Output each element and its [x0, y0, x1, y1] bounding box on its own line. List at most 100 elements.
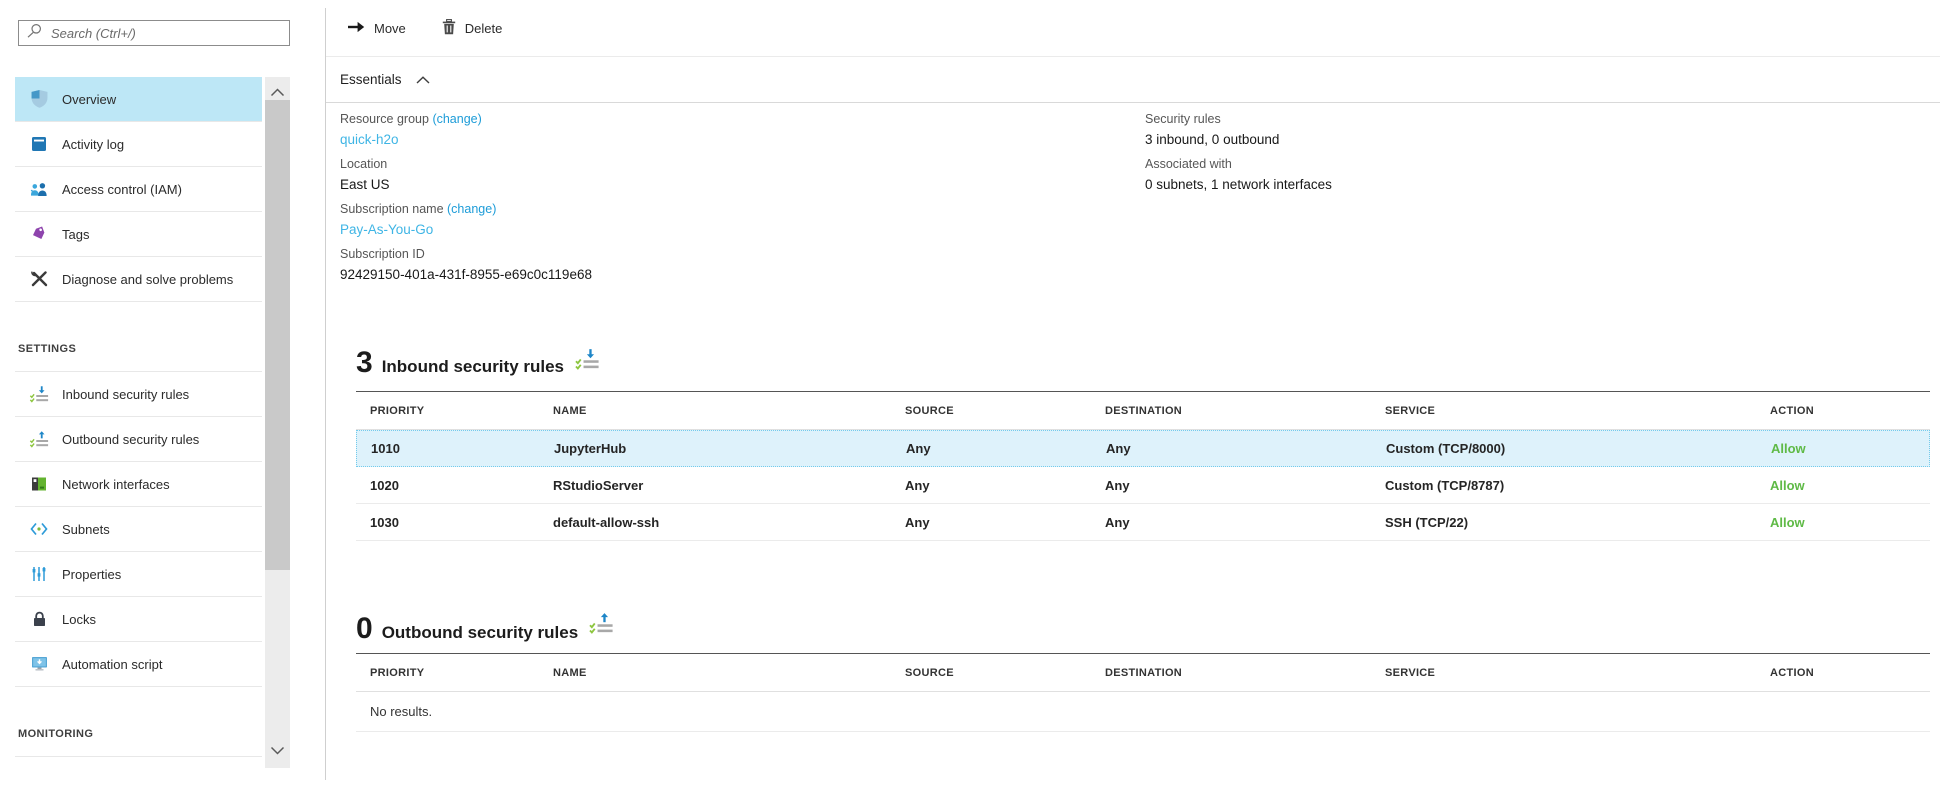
sidebar-item-tags[interactable]: Tags [15, 212, 262, 257]
outbound-title: Outbound security rules [382, 623, 578, 643]
sidebar-item-automation-script[interactable]: Automation script [15, 642, 262, 687]
sidebar-item-properties[interactable]: Properties [15, 552, 262, 597]
essentials-toggle[interactable]: Essentials [326, 57, 1940, 103]
chevron-up-icon[interactable] [416, 72, 430, 87]
column-header-action: ACTION [1770, 405, 1930, 417]
essentials-left-column: Resource group (change) quick-h2o Locati… [340, 110, 1145, 290]
sidebar-item-label: Network interfaces [62, 477, 170, 492]
subscription-change-link[interactable]: (change) [447, 202, 496, 216]
sidebar-item-label: Subnets [62, 522, 110, 537]
sidebar-item-label: Tags [62, 227, 89, 242]
inbound-rules-icon [574, 348, 600, 375]
trash-icon [442, 19, 456, 38]
table-row[interactable]: 1030 default-allow-ssh Any Any SSH (TCP/… [356, 504, 1930, 541]
scrollbar-thumb[interactable] [265, 100, 290, 570]
sidebar: Overview Activity log Access control (IA… [0, 0, 325, 794]
location-value: East US [340, 174, 1145, 196]
sidebar-nav: Overview Activity log Access control (IA… [15, 77, 262, 757]
sidebar-item-label: Locks [62, 612, 96, 627]
essentials-right-column: Security rules 3 inbound, 0 outbound Ass… [1145, 110, 1930, 290]
sidebar-item-activity-log[interactable]: Activity log [15, 122, 262, 167]
no-results-message: No results. [356, 692, 1930, 732]
sidebar-item-access-control[interactable]: Access control (IAM) [15, 167, 262, 212]
network-card-icon [29, 476, 49, 492]
sidebar-item-overview[interactable]: Overview [15, 77, 262, 122]
associated-with-value: 0 subnets, 1 network interfaces [1145, 174, 1930, 196]
essentials-pair: Subscription name (change) Pay-As-You-Go [340, 200, 1145, 241]
inbound-count: 3 [356, 341, 373, 385]
cell-priority: 1010 [357, 441, 554, 456]
subscription-name-label: Subscription name (change) [340, 200, 1145, 219]
essentials-pair: Subscription ID 92429150-401a-431f-8955-… [340, 245, 1145, 286]
sidebar-item-label: Access control (IAM) [62, 182, 182, 197]
sidebar-section-settings: SETTINGS [15, 302, 262, 372]
sidebar-item-diagnose[interactable]: Diagnose and solve problems [15, 257, 262, 302]
inbound-rules-icon [29, 385, 49, 403]
inbound-table-header: PRIORITY NAME SOURCE DESTINATION SERVICE… [356, 392, 1930, 430]
table-row[interactable]: 1010 JupyterHub Any Any Custom (TCP/8000… [356, 430, 1930, 467]
cell-action: Allow [1770, 515, 1930, 530]
sidebar-item-label: Diagnose and solve problems [62, 272, 233, 287]
tools-icon [29, 271, 49, 287]
delete-button[interactable]: Delete [442, 19, 503, 38]
sidebar-item-label: Outbound security rules [62, 432, 199, 447]
column-header-action: ACTION [1770, 667, 1930, 679]
column-header-destination: DESTINATION [1105, 667, 1385, 679]
column-header-destination: DESTINATION [1105, 405, 1385, 417]
cell-service: SSH (TCP/22) [1385, 515, 1770, 530]
cell-service: Custom (TCP/8787) [1385, 478, 1770, 493]
cell-source: Any [905, 478, 1105, 493]
sliders-icon [29, 566, 49, 582]
outbound-count: 0 [356, 607, 373, 651]
people-icon [29, 182, 49, 197]
section-header-label: SETTINGS [18, 343, 76, 355]
subscription-name-link[interactable]: Pay-As-You-Go [340, 219, 1145, 241]
column-header-priority: PRIORITY [356, 667, 553, 679]
sidebar-scrollbar[interactable] [265, 77, 290, 768]
sidebar-item-label: Overview [62, 92, 116, 107]
cell-source: Any [905, 515, 1105, 530]
essentials-pair: Associated with 0 subnets, 1 network int… [1145, 155, 1930, 196]
cell-priority: 1030 [356, 515, 553, 530]
cell-name: default-allow-ssh [553, 515, 905, 530]
sidebar-item-label: Properties [62, 567, 121, 582]
automation-script-icon [29, 656, 49, 672]
essentials-panel: Resource group (change) quick-h2o Locati… [340, 110, 1930, 290]
cell-destination: Any [1105, 478, 1385, 493]
sidebar-item-inbound-rules[interactable]: Inbound security rules [15, 372, 262, 417]
sidebar-divider [325, 8, 326, 780]
cell-name: JupyterHub [554, 441, 906, 456]
subnets-icon [29, 522, 49, 536]
resource-group-change-link[interactable]: (change) [432, 112, 481, 126]
shield-icon [29, 90, 49, 108]
essentials-pair: Location East US [340, 155, 1145, 196]
resource-group-label: Resource group (change) [340, 110, 1145, 129]
subscription-id-value: 92429150-401a-431f-8955-e69c0c119e68 [340, 264, 1145, 286]
scroll-down-icon[interactable] [270, 742, 285, 760]
outbound-table-header: PRIORITY NAME SOURCE DESTINATION SERVICE… [356, 654, 1930, 692]
inbound-title: Inbound security rules [382, 357, 564, 377]
location-label: Location [340, 155, 1145, 174]
sidebar-item-outbound-rules[interactable]: Outbound security rules [15, 417, 262, 462]
essentials-pair: Security rules 3 inbound, 0 outbound [1145, 110, 1930, 151]
sidebar-item-network-interfaces[interactable]: Network interfaces [15, 462, 262, 507]
cell-priority: 1020 [356, 478, 553, 493]
outbound-rules-section: 0 Outbound security rules PRIORITY NAME … [356, 607, 1930, 732]
sidebar-item-locks[interactable]: Locks [15, 597, 262, 642]
essentials-title: Essentials [340, 72, 402, 87]
log-book-icon [29, 136, 49, 152]
essentials-pair: Resource group (change) quick-h2o [340, 110, 1145, 151]
column-header-source: SOURCE [905, 405, 1105, 417]
outbound-rules-icon [588, 612, 614, 639]
sidebar-search[interactable] [18, 20, 290, 46]
table-row[interactable]: 1020 RStudioServer Any Any Custom (TCP/8… [356, 467, 1930, 504]
sidebar-item-subnets[interactable]: Subnets [15, 507, 262, 552]
move-button[interactable]: Move [347, 21, 406, 36]
associated-with-label: Associated with [1145, 155, 1930, 174]
command-bar: Move Delete [326, 0, 1940, 57]
column-header-service: SERVICE [1385, 405, 1770, 417]
resource-group-link[interactable]: quick-h2o [340, 129, 1145, 151]
subscription-id-label: Subscription ID [340, 245, 1145, 264]
search-input[interactable] [51, 26, 281, 41]
lock-icon [29, 611, 49, 627]
